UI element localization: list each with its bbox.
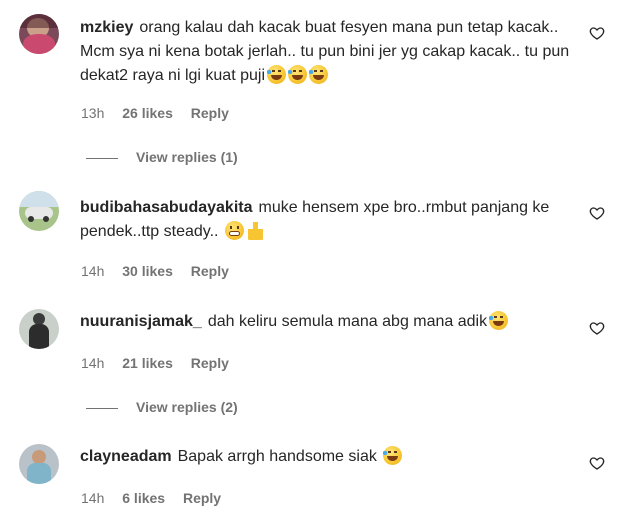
comment-username[interactable]: budibahasabudayakita (80, 199, 253, 216)
tears-of-joy-emoji-icon (309, 65, 328, 84)
reply-button[interactable]: Reply (183, 490, 221, 506)
comment-username[interactable]: nuuranisjamak_ (80, 313, 202, 330)
divider-line (86, 157, 118, 159)
comment-time: 14h (81, 263, 105, 279)
heart-outline-icon[interactable] (589, 205, 605, 221)
comment-meta: 14h 30 likes Reply (81, 261, 243, 281)
comment-meta: 14h 6 likes Reply (81, 488, 235, 508)
reply-button[interactable]: Reply (191, 105, 229, 121)
comment-meta: 14h 21 likes Reply (81, 353, 243, 373)
comment-text: mzkiey orang kalau dah kacak buat fesyen … (80, 16, 570, 88)
comment-text: clayneadam Bapak arrgh handsome siak (80, 445, 570, 469)
tears-of-joy-emoji-icon (383, 446, 403, 465)
avatar[interactable] (19, 309, 59, 349)
avatar[interactable] (19, 444, 59, 484)
comment-body: dah keliru semula mana abg mana adik (207, 313, 488, 330)
tears-of-joy-emoji-icon (489, 311, 509, 330)
tears-of-joy-emoji-icon (288, 65, 307, 84)
comment-username[interactable]: mzkiey (80, 19, 133, 36)
likes-count[interactable]: 26 likes (122, 105, 173, 121)
comment-time: 13h (81, 105, 105, 121)
thumbs-up-emoji-icon (245, 221, 265, 240)
reply-button[interactable]: Reply (191, 263, 229, 279)
comment-time: 14h (81, 355, 105, 371)
view-replies-button[interactable]: View replies (2) (86, 397, 238, 417)
avatar[interactable] (19, 14, 59, 54)
view-replies-button[interactable]: View replies (1) (86, 147, 238, 167)
likes-count[interactable]: 21 likes (122, 355, 173, 371)
divider-line (86, 407, 118, 409)
comment-meta: 13h 26 likes Reply (81, 103, 243, 123)
view-replies-label: View replies (1) (136, 149, 238, 165)
likes-count[interactable]: 6 likes (122, 490, 165, 506)
heart-outline-icon[interactable] (589, 320, 605, 336)
grimacing-emoji-icon (224, 221, 244, 240)
view-replies-label: View replies (2) (136, 399, 238, 415)
comment-text: nuuranisjamak_ dah keliru semula mana abg… (80, 310, 570, 334)
heart-outline-icon[interactable] (589, 455, 605, 471)
tears-of-joy-emoji-icon (267, 65, 286, 84)
comment-text: budibahasabudayakita muke hensem xpe bro.… (80, 196, 570, 244)
likes-count[interactable]: 30 likes (122, 263, 173, 279)
comment-time: 14h (81, 490, 105, 506)
reply-button[interactable]: Reply (191, 355, 229, 371)
comment-body: Bapak arrgh handsome siak (177, 448, 377, 465)
comment-username[interactable]: clayneadam (80, 448, 172, 465)
heart-outline-icon[interactable] (589, 25, 605, 41)
avatar[interactable] (19, 191, 59, 231)
